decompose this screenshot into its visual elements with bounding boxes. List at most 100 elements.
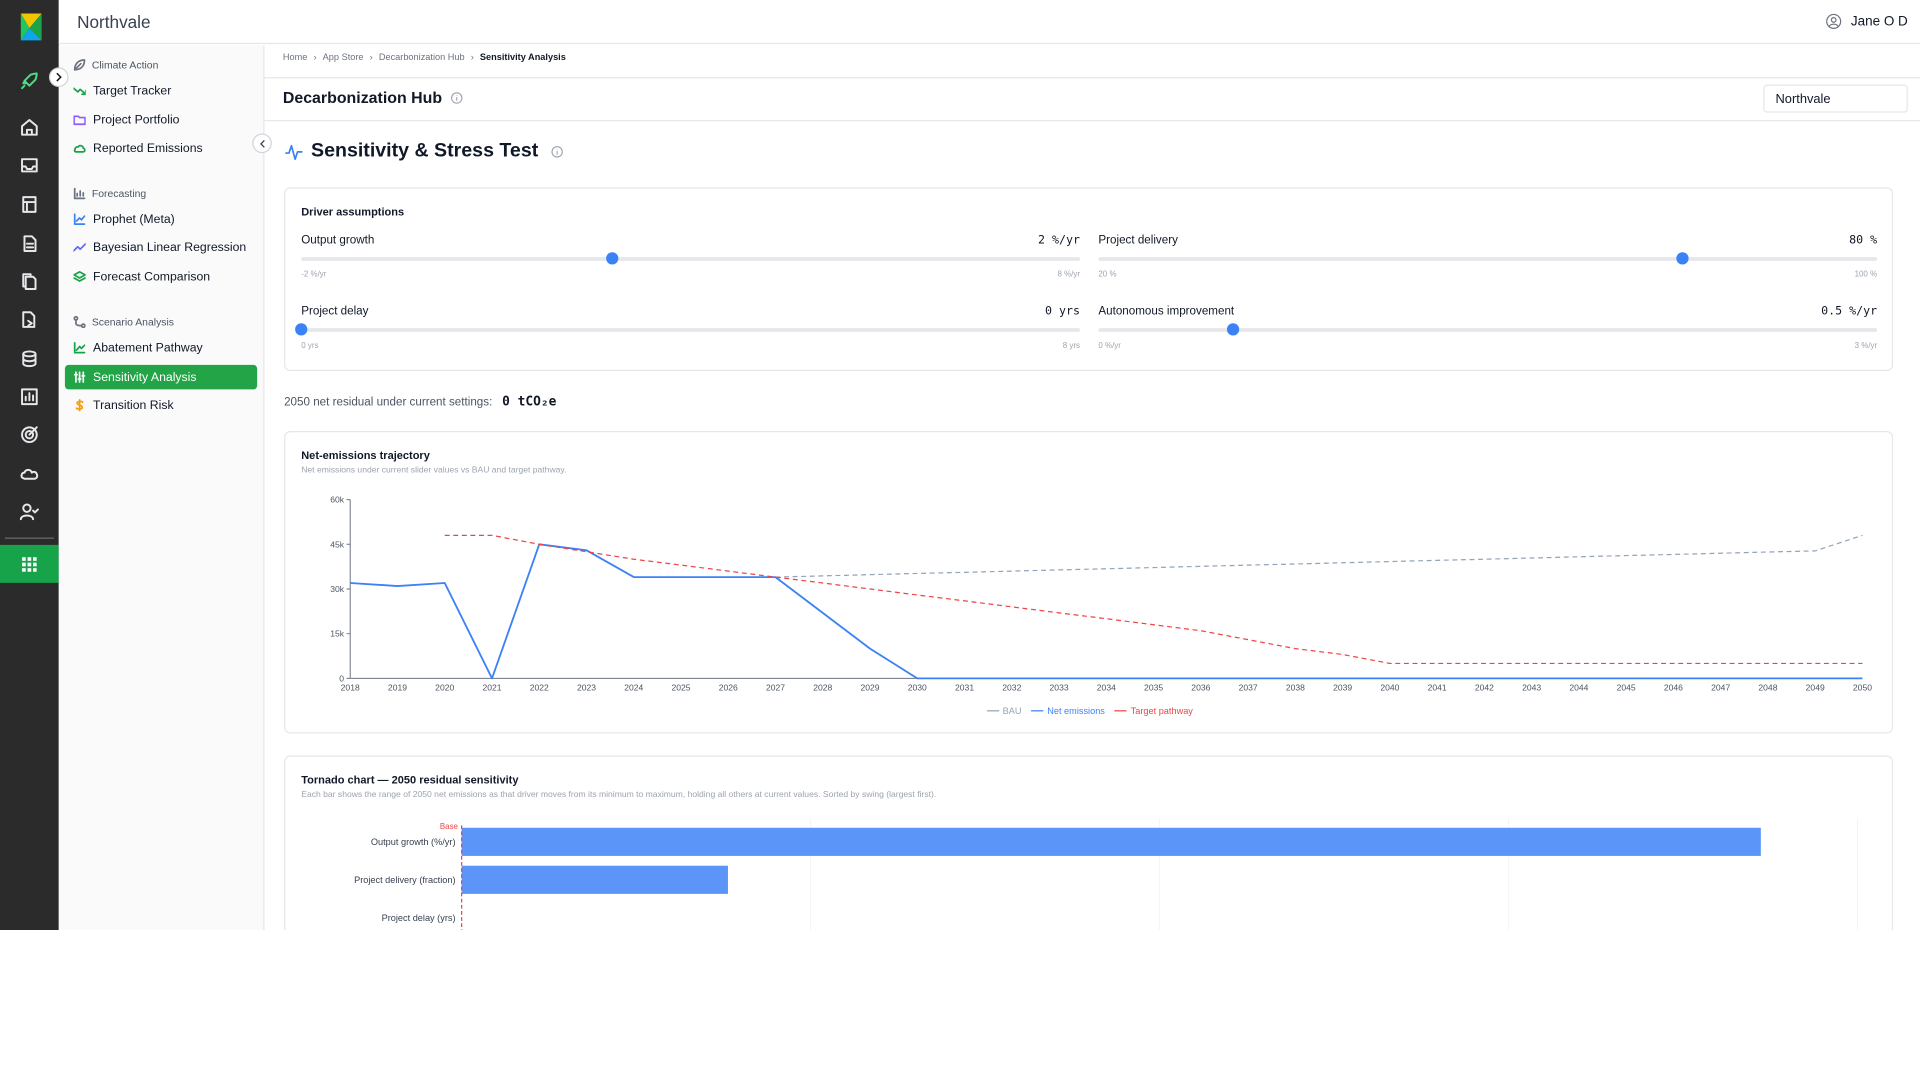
x-tick-label: 2028 — [813, 683, 832, 693]
sidebar-item-label: Reported Emissions — [93, 141, 203, 155]
rocket-icon[interactable] — [17, 69, 41, 93]
sidebar-item-label: Bayesian Linear Regression — [93, 240, 247, 255]
cloud-icon[interactable] — [17, 462, 41, 486]
slider-track[interactable] — [301, 257, 1081, 261]
x-tick-label: 2043 — [1522, 683, 1541, 693]
slider-thumb[interactable] — [606, 252, 619, 265]
slider-thumb[interactable] — [295, 323, 308, 336]
page-title: Sensitivity & Stress Test — [284, 141, 563, 163]
x-tick-label: 2026 — [719, 683, 738, 693]
slider-min: 0 %/yr — [1098, 341, 1121, 351]
apps-grid-button[interactable] — [0, 544, 59, 583]
slider-autonomous-improvement[interactable]: Autonomous improvement 0.5 %/yr 0 %/yr 3… — [1098, 304, 1878, 374]
chevron-right-icon — [56, 72, 62, 82]
trending-down-icon — [73, 87, 86, 96]
x-tick-label: 2020 — [435, 683, 454, 693]
files-icon[interactable] — [17, 269, 41, 293]
slider-value: 0.5 %/yr — [1821, 304, 1878, 319]
slider-label: Project delivery — [1098, 233, 1178, 248]
x-tick-label: 2046 — [1664, 683, 1683, 693]
sidebar-item-sensitivity-analysis[interactable]: Sensitivity Analysis — [64, 364, 258, 390]
x-tick-label: 2041 — [1428, 683, 1447, 693]
expand-rail-button[interactable] — [48, 67, 69, 87]
x-tick-label: 2036 — [1191, 683, 1210, 693]
rail-divider — [4, 537, 54, 539]
area-chart-icon — [73, 342, 86, 354]
sidebar-item-transition-risk[interactable]: Transition Risk — [65, 393, 257, 417]
info-icon[interactable] — [451, 91, 463, 104]
x-tick-label: 2044 — [1569, 683, 1588, 693]
x-tick-label: 2025 — [671, 683, 690, 693]
user-menu[interactable]: Jane O D — [1825, 13, 1908, 29]
sidebar-item-forecast-comparison[interactable]: Forecast Comparison — [65, 264, 257, 288]
breadcrumb-current: Sensitivity Analysis — [479, 51, 566, 63]
breadcrumb-app-store[interactable]: App Store — [323, 51, 364, 62]
app-frame: Northvale Jane O D Climate Action Target… — [0, 0, 1920, 930]
x-tick-label: 2035 — [1144, 683, 1163, 693]
document-icon[interactable] — [17, 231, 41, 255]
slider-track[interactable] — [1098, 328, 1878, 332]
driver-assumptions-card: Driver assumptions Output growth 2 %/yr … — [284, 187, 1894, 374]
trending-up-icon — [73, 242, 86, 252]
slider-thumb[interactable] — [1676, 252, 1689, 265]
slider-output-growth[interactable]: Output growth 2 %/yr -2 %/yr 8 %/yr — [301, 233, 1081, 303]
sidebar-item-label: Target Tracker — [93, 83, 172, 98]
collapse-sidebar-button[interactable] — [252, 133, 272, 154]
x-tick-label: 2048 — [1758, 683, 1777, 693]
org-name: Northvale — [77, 12, 151, 32]
folder-icon — [73, 115, 86, 126]
residual-summary: 2050 net residual under current settings… — [284, 394, 556, 409]
org-select[interactable]: Northvale — [1763, 84, 1908, 113]
sidebar-item-label: Forecast Comparison — [93, 270, 211, 284]
sidebar-item-reported-emissions[interactable]: Reported Emissions — [65, 136, 257, 160]
slider-label: Output growth — [301, 233, 375, 248]
slider-project-delivery[interactable]: Project delivery 80 % 20 % 100 % — [1098, 233, 1878, 303]
slider-project-delay[interactable]: Project delay 0 yrs 0 yrs 8 yrs — [295, 304, 1081, 374]
sidebar-item-bayesian-linear-regression[interactable]: Bayesian Linear Regression — [65, 235, 257, 259]
slider-track[interactable] — [301, 328, 1081, 332]
bar-chart-icon[interactable] — [17, 384, 41, 408]
slider-min: 20 % — [1098, 270, 1117, 280]
sidebar-item-abatement-pathway[interactable]: Abatement Pathway — [65, 336, 257, 360]
transfer-icon[interactable] — [17, 307, 41, 331]
x-tick-label: 2038 — [1286, 683, 1305, 693]
sidebar-item-prophet[interactable]: Prophet (Meta) — [65, 207, 257, 231]
slider-value: 2 %/yr — [1037, 233, 1081, 248]
sidebar-item-project-portfolio[interactable]: Project Portfolio — [65, 108, 257, 132]
home-icon[interactable] — [17, 115, 41, 139]
section-title: Scenario Analysis — [91, 315, 174, 329]
x-tick-label: 2049 — [1806, 683, 1825, 693]
y-tick-label: 45k — [330, 539, 345, 549]
series-line-net-emissions — [350, 543, 1863, 680]
slider-thumb[interactable] — [1226, 323, 1240, 336]
tornado-category-label: Project delay (yrs) — [382, 913, 456, 923]
x-tick-label: 2031 — [955, 683, 974, 693]
legend-item-bau[interactable]: BAU — [986, 705, 1022, 716]
bar-chart-icon — [73, 187, 86, 200]
slider-track[interactable] — [1098, 257, 1878, 261]
y-tick-label: 30k — [330, 584, 345, 594]
breadcrumb-decarbonization-hub[interactable]: Decarbonization Hub — [379, 51, 465, 62]
inbox-icon[interactable] — [17, 153, 41, 177]
slider-value: 0 yrs — [1044, 304, 1081, 319]
sidebar-item-label: Abatement Pathway — [93, 341, 203, 355]
user-circle-icon — [1825, 13, 1841, 29]
slider-max: 8 %/yr — [1057, 270, 1081, 280]
target-icon[interactable] — [17, 422, 41, 446]
legend-item-target-pathway[interactable]: Target pathway — [1114, 705, 1193, 717]
legend-item-net-emissions[interactable]: Net emissions — [1031, 705, 1105, 716]
user-check-icon[interactable] — [17, 500, 41, 524]
dollar-icon — [75, 399, 84, 412]
ledger-icon[interactable] — [17, 192, 41, 216]
breadcrumb-separator: › — [313, 51, 317, 63]
legend-label: Net emissions — [1047, 705, 1105, 717]
x-tick-label: 2024 — [624, 683, 643, 693]
info-icon[interactable] — [550, 146, 563, 158]
branch-icon — [73, 315, 86, 329]
database-icon[interactable] — [17, 347, 41, 371]
slider-max: 3 %/yr — [1854, 341, 1878, 351]
legend-label: Target pathway — [1130, 705, 1193, 717]
sidebar-item-target-tracker[interactable]: Target Tracker — [65, 78, 257, 102]
breadcrumb-home[interactable]: Home — [283, 51, 308, 62]
x-tick-label: 2037 — [1239, 683, 1258, 693]
